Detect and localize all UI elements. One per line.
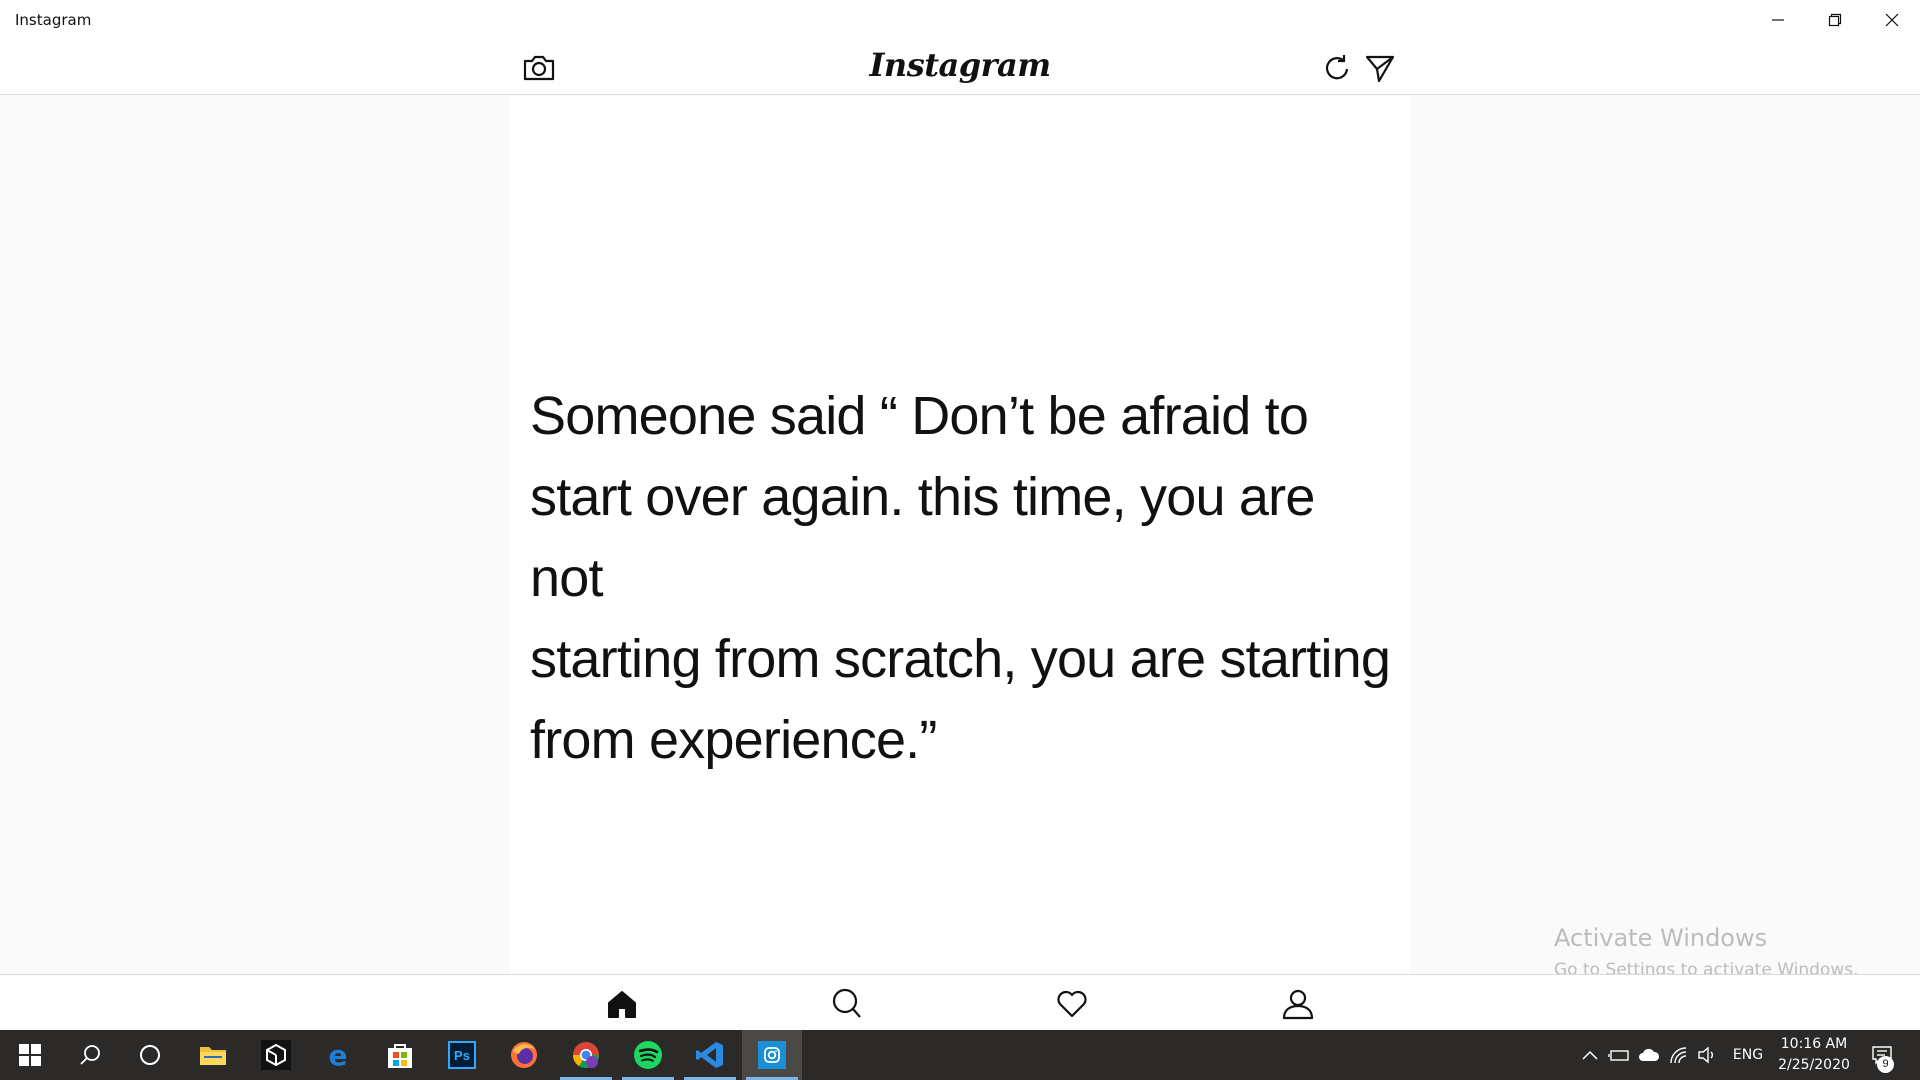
speaker-icon [1698, 1046, 1713, 1064]
restore-icon [1828, 13, 1841, 27]
refresh-icon [1325, 55, 1349, 80]
language-label: ENG [1732, 1047, 1764, 1063]
cloud-icon [1639, 1048, 1660, 1061]
taskbar-edge[interactable]: e [308, 1030, 368, 1080]
clock-date: 2/25/2020 [1778, 1057, 1850, 1073]
home-icon [608, 991, 636, 1018]
taskbar-photoshop[interactable]: Ps [432, 1030, 492, 1080]
windows-logo-icon [19, 1044, 41, 1066]
quote-line: starting from scratch, you are starting [530, 629, 1391, 689]
quote-line: from experience.” [530, 710, 937, 770]
quote-line: start over again. this time, you are not [530, 467, 1315, 608]
clock-time: 10:16 AM [1780, 1036, 1848, 1052]
search-icon [80, 1045, 100, 1065]
battery-icon [1608, 1050, 1629, 1061]
chrome-icon [572, 1042, 600, 1069]
refresh-button[interactable] [1322, 52, 1352, 84]
nav-search-button[interactable] [830, 987, 864, 1021]
folder-icon [200, 1047, 226, 1065]
edge-icon: e [329, 1041, 348, 1069]
heart-icon [1057, 990, 1087, 1018]
taskbar-unity[interactable] [246, 1030, 306, 1080]
nav-home-button[interactable] [605, 987, 639, 1021]
windows-taskbar: e Ps ENG 10:16 AM 2/25/2020 9 [0, 1030, 1920, 1080]
vscode-icon [696, 1042, 723, 1068]
window-title: Instagram [15, 11, 92, 29]
post-quote-text: Someone said “ Don’t be afraid to start … [530, 376, 1400, 781]
photoshop-icon: Ps [448, 1041, 476, 1069]
network-button[interactable] [1666, 1030, 1692, 1080]
activate-windows-watermark: Activate Windows Go to Settings to activ… [1554, 924, 1859, 980]
battery-button[interactable] [1606, 1030, 1632, 1080]
spotify-icon [634, 1041, 662, 1069]
close-button[interactable] [1863, 0, 1920, 40]
cortana-icon [140, 1045, 160, 1065]
photoshop-label: Ps [454, 1047, 470, 1063]
unity-icon [261, 1040, 291, 1070]
nav-profile-button[interactable] [1281, 987, 1315, 1021]
clock-button[interactable]: 10:16 AM 2/25/2020 [1764, 1034, 1864, 1076]
wifi-icon [1670, 1047, 1687, 1064]
taskbar-search-button[interactable] [60, 1030, 120, 1080]
direct-message-icon [1365, 55, 1395, 83]
taskbar-spotify[interactable] [618, 1030, 678, 1080]
start-button[interactable] [0, 1030, 60, 1080]
instagram-icon [758, 1041, 786, 1069]
onedrive-button[interactable] [1636, 1030, 1662, 1080]
store-icon [388, 1044, 412, 1068]
minimize-button[interactable] [1749, 0, 1806, 40]
minimize-icon [1771, 19, 1784, 21]
search-icon [832, 988, 861, 1018]
window-title-bar: Instagram [0, 0, 1920, 40]
svg-text:e: e [329, 1041, 348, 1069]
profile-icon [1282, 989, 1314, 1020]
notification-count-badge: 9 [1877, 1056, 1894, 1073]
post-image[interactable]: Someone said “ Don’t be afraid to start … [510, 96, 1410, 974]
watermark-title: Activate Windows [1554, 924, 1768, 952]
taskbar-store[interactable] [370, 1030, 430, 1080]
direct-message-button[interactable] [1364, 52, 1396, 84]
taskbar-chrome[interactable] [556, 1030, 616, 1080]
taskbar-file-explorer[interactable] [183, 1030, 243, 1080]
bottom-navigation [0, 974, 1920, 1030]
window-controls [1749, 0, 1920, 40]
restore-button[interactable] [1806, 0, 1863, 40]
instagram-logo: Instagram [869, 46, 1051, 84]
camera-button[interactable] [521, 52, 557, 84]
camera-icon [523, 55, 555, 81]
chevron-up-icon [1582, 1050, 1598, 1060]
nav-activity-button[interactable] [1055, 987, 1089, 1021]
instagram-header: Instagram [0, 40, 1920, 95]
taskbar-instagram[interactable] [742, 1030, 802, 1080]
close-icon [1885, 13, 1898, 27]
quote-line: Someone said “ Don’t be afraid to [530, 386, 1309, 446]
feed: Someone said “ Don’t be afraid to start … [0, 96, 1920, 974]
taskbar-firefox[interactable] [494, 1030, 554, 1080]
firefox-icon [511, 1042, 537, 1068]
taskbar-vscode[interactable] [680, 1030, 740, 1080]
show-hidden-icons-button[interactable] [1578, 1030, 1602, 1080]
volume-button[interactable] [1694, 1030, 1720, 1080]
cortana-button[interactable] [120, 1030, 180, 1080]
